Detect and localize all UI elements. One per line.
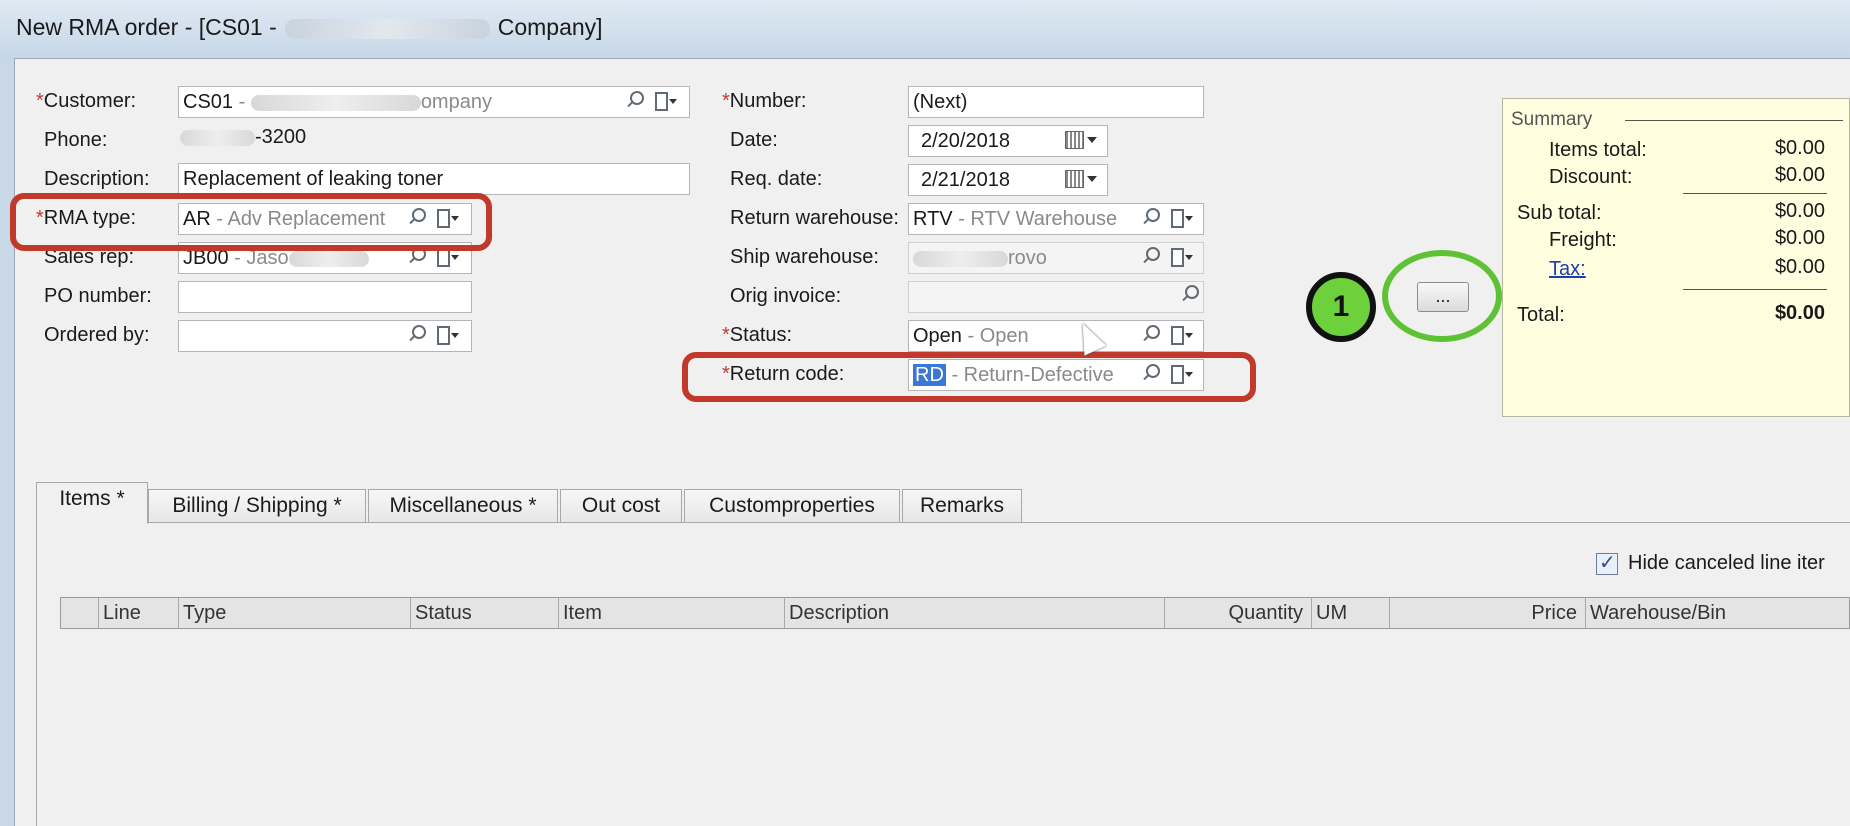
req-date-field[interactable]: 2/21/2018: [908, 164, 1108, 196]
column-header-status[interactable]: Status: [411, 598, 559, 628]
column-header-quantity[interactable]: Quantity: [1165, 598, 1312, 628]
orig-invoice-field[interactable]: [908, 281, 1204, 313]
window-title-prefix: New RMA order - [CS01 -: [16, 14, 277, 40]
field-menu-icon[interactable]: [435, 324, 461, 346]
title-bar: New RMA order - [CS01 - Company]: [0, 0, 1850, 60]
highlight-return-code: [682, 352, 1256, 402]
tax-value: $0.00: [1774, 256, 1825, 278]
column-header-type[interactable]: Type: [179, 598, 411, 628]
divider: [1683, 289, 1827, 290]
tab-miscellaneous[interactable]: Miscellaneous *: [368, 489, 558, 523]
po-number-label: PO number:: [44, 285, 152, 307]
discount-label: Discount:: [1549, 166, 1633, 188]
column-header-line[interactable]: Line: [99, 598, 179, 628]
items-total-label: Items total:: [1549, 139, 1647, 161]
lookup-icon[interactable]: [407, 324, 426, 346]
calendar-dropdown-icon[interactable]: [1063, 168, 1099, 190]
orig-invoice-label: Orig invoice:: [730, 285, 842, 307]
tab-remarks[interactable]: Remarks: [902, 489, 1022, 523]
items-tab-panel: [36, 522, 1850, 826]
ship-warehouse-label: Ship warehouse:: [730, 246, 879, 268]
date-label: Date:: [730, 129, 778, 151]
description-field[interactable]: Replacement of leaking toner: [178, 163, 690, 195]
number-label: *Number:: [722, 90, 807, 112]
divider: [1625, 120, 1843, 121]
items-total-value: $0.00: [1774, 137, 1825, 159]
lookup-icon[interactable]: [625, 90, 644, 112]
row-selector-header: [61, 598, 99, 628]
highlight-rma-type: [10, 193, 492, 251]
tab-out-cost[interactable]: Out cost: [560, 489, 682, 523]
step-badge: 1: [1306, 272, 1376, 342]
hide-canceled-label: Hide canceled line iter: [1628, 552, 1825, 574]
field-menu-icon[interactable]: [653, 90, 679, 112]
highlight-browse-button: [1382, 250, 1502, 342]
summary-title: Summary: [1511, 109, 1593, 130]
freight-value: $0.00: [1774, 227, 1825, 249]
ordered-by-field[interactable]: [178, 320, 472, 352]
freight-label: Freight:: [1549, 229, 1617, 251]
phone-value: -3200: [180, 126, 306, 149]
return-warehouse-field[interactable]: RTV - RTV Warehouse: [908, 203, 1204, 235]
column-header-warehouse-bin[interactable]: Warehouse/Bin: [1586, 598, 1850, 628]
date-field[interactable]: 2/20/2018: [908, 125, 1108, 157]
phone-label: Phone:: [44, 129, 108, 151]
column-header-description[interactable]: Description: [785, 598, 1165, 628]
number-field[interactable]: (Next): [908, 86, 1204, 118]
field-menu-icon[interactable]: [1169, 207, 1195, 229]
window-title-suffix: Company]: [497, 14, 603, 40]
divider: [1683, 193, 1827, 194]
column-header-item[interactable]: Item: [559, 598, 785, 628]
ship-warehouse-field[interactable]: rovo: [908, 242, 1204, 274]
description-label: Description:: [44, 168, 150, 190]
column-header-um[interactable]: UM: [1312, 598, 1390, 628]
return-warehouse-label: Return warehouse:: [730, 207, 899, 229]
ordered-by-label: Ordered by:: [44, 324, 150, 346]
tab-items[interactable]: Items *: [36, 482, 148, 524]
total-label: Total:: [1517, 304, 1565, 326]
tax-link[interactable]: Tax:: [1549, 258, 1586, 281]
tab-customproperties[interactable]: Customproperties: [684, 489, 900, 523]
window-title: New RMA order - [CS01 - Company]: [16, 14, 603, 41]
status-label: *Status:: [722, 324, 793, 346]
field-menu-icon[interactable]: [1169, 324, 1195, 346]
lookup-icon[interactable]: [1180, 284, 1199, 306]
lookup-icon[interactable]: [1141, 324, 1160, 346]
customer-label: *Customer:: [36, 90, 137, 112]
req-date-label: Req. date:: [730, 168, 823, 190]
lookup-icon[interactable]: [1141, 207, 1160, 229]
hide-canceled-checkbox[interactable]: [1596, 550, 1618, 575]
customer-field[interactable]: CS01 - ompany: [178, 86, 690, 118]
items-grid-header: Line Type Status Item Description Quanti…: [60, 597, 1850, 629]
sub-total-label: Sub total:: [1517, 202, 1602, 224]
field-menu-icon[interactable]: [1169, 246, 1195, 268]
status-field[interactable]: Open - Open: [908, 320, 1204, 352]
calendar-dropdown-icon[interactable]: [1063, 129, 1099, 151]
redacted-text: [250, 94, 421, 111]
redacted-company-name: [284, 18, 490, 39]
sub-total-value: $0.00: [1774, 200, 1825, 222]
discount-value: $0.00: [1774, 164, 1825, 186]
po-number-field[interactable]: [178, 281, 472, 313]
lookup-icon[interactable]: [1141, 246, 1160, 268]
column-header-price[interactable]: Price: [1390, 598, 1586, 628]
tab-billing-shipping[interactable]: Billing / Shipping *: [148, 489, 366, 523]
summary-panel: Summary Items total: $0.00 Discount: $0.…: [1502, 98, 1850, 417]
total-value: $0.00: [1774, 302, 1825, 324]
